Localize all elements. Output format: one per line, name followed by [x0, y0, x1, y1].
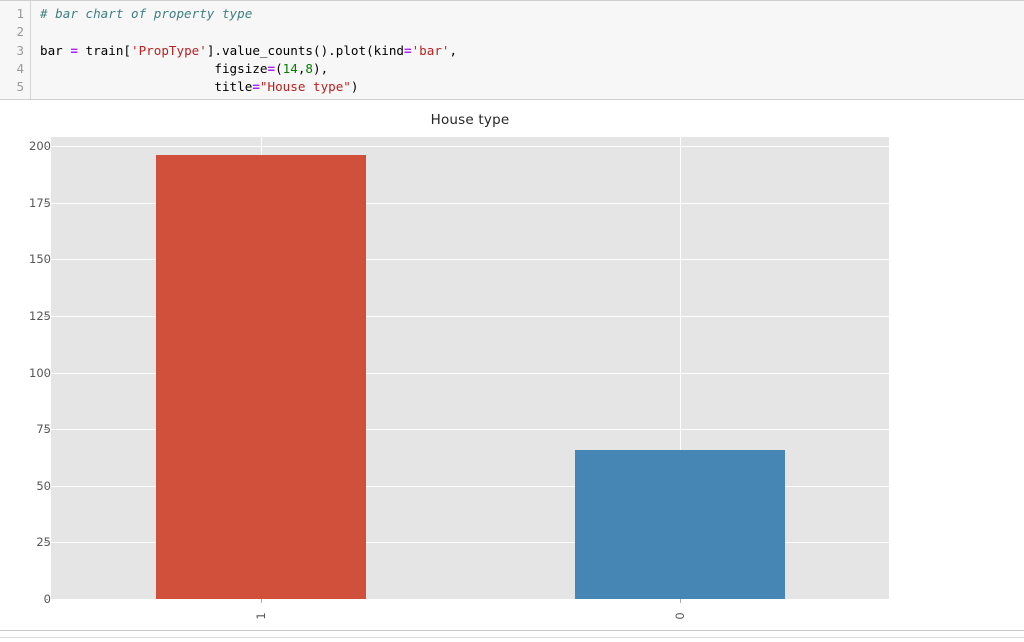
bar-1	[156, 155, 366, 599]
plot-area	[51, 137, 889, 599]
code-line-number: 1	[16, 6, 24, 21]
matplotlib-figure-output: House type 0255075100125150175200 10	[0, 100, 1024, 630]
code-editor-area[interactable]: # bar chart of property type bar = train…	[31, 1, 1024, 99]
y-axis-tick-mark	[44, 372, 48, 374]
code-line-number-gutter: 1 2 3 4 5	[0, 1, 31, 99]
code-line[interactable]: title="House type")	[40, 78, 1024, 96]
code-token-op: =	[403, 42, 412, 58]
code-token-op: =	[267, 60, 276, 76]
code-token-op: =	[252, 79, 260, 95]
code-line[interactable]: # bar chart of property type	[40, 5, 1024, 23]
y-axis-tick-marks	[0, 137, 51, 600]
code-token-str: 'bar'	[411, 42, 450, 58]
y-axis-tick-mark	[44, 315, 48, 317]
cell-separator-top	[0, 630, 1024, 631]
code-token-plain: train[	[77, 42, 132, 58]
bar-0	[575, 449, 785, 599]
code-token-str: 'PropType'	[131, 42, 207, 58]
code-token-comment: # bar chart of property type	[40, 6, 253, 21]
code-line-number: 5	[16, 79, 24, 95]
code-token-plain: bar	[40, 42, 71, 58]
code-token-plain: figsize	[40, 60, 268, 76]
code-token-plain: title	[40, 79, 253, 95]
chart-title: House type	[430, 112, 510, 128]
y-axis-tick-mark	[44, 259, 48, 261]
code-token-plain: ,	[449, 42, 458, 58]
x-axis-tick-mark	[680, 599, 681, 603]
horizontal-gridline	[51, 146, 889, 148]
code-token-plain: ].value_counts().plot(kind	[206, 42, 404, 58]
code-token-num: 8	[305, 60, 314, 76]
cell-separator-bottom	[0, 637, 1024, 638]
notebook-code-cell[interactable]: 1 2 3 4 5 # bar chart of property type bar =…	[0, 0, 1024, 100]
y-axis-tick-mark	[44, 485, 48, 487]
x-axis-tick-label: 0	[673, 612, 687, 620]
y-axis-tick-mark	[44, 429, 48, 431]
x-axis-tick-label: 1	[254, 612, 268, 620]
code-token-op: =	[70, 42, 78, 58]
code-line-number: 4	[16, 60, 24, 76]
code-line-number: 3	[16, 42, 24, 58]
code-line-number: 2	[16, 24, 24, 40]
y-axis-tick-mark	[44, 202, 48, 204]
code-token-plain: ),	[313, 60, 329, 76]
code-token-num: 14	[282, 60, 298, 76]
x-axis-tick-mark	[261, 599, 262, 603]
code-line[interactable]: bar = train['PropType'].value_counts().p…	[40, 42, 1024, 60]
x-axis-tick-labels: 10	[51, 599, 889, 630]
code-line[interactable]	[40, 23, 1024, 41]
y-axis-tick-mark	[44, 599, 48, 600]
code-token-plain: )	[350, 79, 359, 95]
y-axis-tick-mark	[44, 542, 48, 544]
code-token-plain: (	[275, 60, 283, 76]
y-axis-tick-mark	[44, 146, 48, 148]
code-token-str: "House type"	[259, 79, 351, 95]
code-line[interactable]: figsize=(14,8),	[40, 60, 1024, 78]
